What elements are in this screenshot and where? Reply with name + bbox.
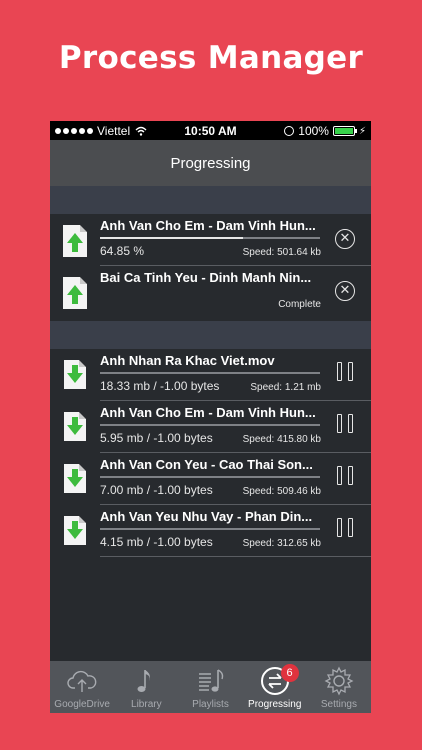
list-item[interactable]: Bai Ca Tinh Yeu - Dinh Manh Nin... Compl… <box>50 266 371 318</box>
progress-fill <box>100 237 243 239</box>
download-file-icon <box>64 412 86 441</box>
task-size: 4.15 mb / -1.00 bytes <box>100 535 213 549</box>
battery-percent: 100% <box>298 124 329 138</box>
tab-label: Settings <box>320 699 357 710</box>
task-size: 18.33 mb / -1.00 bytes <box>100 379 220 393</box>
task-title: Anh Van Cho Em - Dam Vinh Hun... <box>100 218 316 233</box>
status-right: 100% ⚡ <box>284 124 366 138</box>
gear-icon <box>324 666 354 696</box>
charging-icon: ⚡ <box>358 125 366 137</box>
progress-percent: 64.85 % <box>100 244 145 258</box>
task-title: Anh Van Cho Em - Dam Vinh Hun... <box>100 405 316 420</box>
list-item[interactable]: Anh Van Cho Em - Dam Vinh Hun... 64.85 %… <box>50 214 371 266</box>
task-title: Bai Ca Tinh Yeu - Dinh Manh Nin... <box>100 270 312 285</box>
status-bar: Viettel 10:50 AM 100% ⚡ <box>50 121 371 140</box>
close-button[interactable]: ✕ <box>335 281 355 301</box>
download-file-icon <box>64 516 86 545</box>
task-speed: Speed: 312.65 kb <box>242 538 321 549</box>
playlist-icon <box>198 669 223 692</box>
list-item[interactable]: Anh Van Con Yeu - Cao Thai Son... 7.00 m… <box>50 453 371 505</box>
page-headline: Process Manager <box>58 40 364 76</box>
battery-icon <box>332 126 357 136</box>
tab-googledrive[interactable]: GoogleDrive <box>50 661 114 713</box>
progress-track <box>100 237 320 239</box>
tab-bar: GoogleDrive Library Playlists 6 Progress… <box>50 661 371 713</box>
close-button[interactable]: ✕ <box>335 229 355 249</box>
tab-library[interactable]: Library <box>114 661 178 713</box>
task-speed: Speed: 415.80 kb <box>242 434 321 445</box>
nav-title: Progressing <box>170 155 251 172</box>
list-item[interactable]: Anh Van Cho Em - Dam Vinh Hun... 5.95 mb… <box>50 401 371 453</box>
list-item[interactable]: Anh Nhan Ra Khac Viet.mov 18.33 mb / -1.… <box>50 349 371 401</box>
cloud-upload-icon <box>67 670 97 692</box>
upload-file-icon <box>63 277 87 309</box>
pause-button[interactable] <box>337 466 353 486</box>
close-icon: ✕ <box>339 282 351 297</box>
pause-icon <box>337 466 342 485</box>
section-header-queued <box>50 321 371 349</box>
tab-label: GoogleDrive <box>54 699 110 710</box>
task-title: Anh Nhan Ra Khac Viet.mov <box>100 353 275 368</box>
close-icon: ✕ <box>339 230 351 245</box>
pause-button[interactable] <box>337 414 353 434</box>
music-note-icon <box>137 670 151 692</box>
progress-track <box>100 372 320 374</box>
section-header-active <box>50 186 371 214</box>
download-file-icon <box>64 464 86 493</box>
progress-track <box>100 424 320 426</box>
tab-label: Playlists <box>192 699 229 710</box>
task-size: 7.00 mb / -1.00 bytes <box>100 483 213 497</box>
list-item[interactable]: Anh Van Yeu Nhu Vay - Phan Din... 4.15 m… <box>50 505 371 557</box>
pause-button[interactable] <box>337 362 353 382</box>
nav-bar: Progressing <box>50 140 371 186</box>
tab-progressing[interactable]: 6 Progressing <box>243 661 307 713</box>
tab-badge: 6 <box>280 664 299 682</box>
pause-icon <box>337 414 342 433</box>
upload-file-icon <box>63 225 87 257</box>
download-file-icon <box>64 360 86 389</box>
task-speed: Speed: 501.64 kb <box>242 247 321 258</box>
phone-screen: Viettel 10:50 AM 100% ⚡ Progressing Anh … <box>50 121 371 713</box>
task-speed: Speed: 509.46 kb <box>242 486 321 497</box>
pause-icon <box>337 362 342 381</box>
task-title: Anh Van Con Yeu - Cao Thai Son... <box>100 457 313 472</box>
pause-button[interactable] <box>337 518 353 538</box>
tab-label: Library <box>131 699 162 710</box>
tab-settings[interactable]: Settings <box>307 661 371 713</box>
pause-icon <box>337 518 342 537</box>
task-status: Complete <box>278 299 321 310</box>
row-divider <box>100 556 371 557</box>
task-title: Anh Van Yeu Nhu Vay - Phan Din... <box>100 509 313 524</box>
rotation-lock-icon <box>284 126 295 136</box>
tab-playlists[interactable]: Playlists <box>178 661 242 713</box>
task-speed: Speed: 1.21 mb <box>250 382 321 393</box>
task-size: 5.95 mb / -1.00 bytes <box>100 431 213 445</box>
progress-track <box>100 476 320 478</box>
progress-track <box>100 528 320 530</box>
tab-label: Progressing <box>248 699 302 710</box>
